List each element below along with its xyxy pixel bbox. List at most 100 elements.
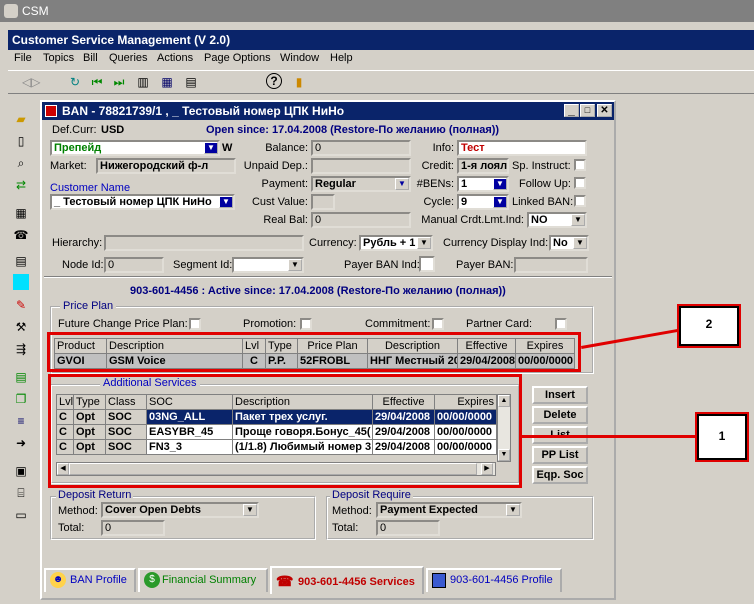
- unpaid-field[interactable]: [311, 158, 411, 174]
- payment-select[interactable]: Regular ▼: [311, 176, 411, 192]
- calculator-icon[interactable]: ▦: [12, 204, 30, 222]
- first-icon[interactable]: ⏮: [88, 73, 106, 91]
- next-icon[interactable]: ⏭: [110, 73, 128, 91]
- market-field[interactable]: Нижегородский ф-л: [96, 158, 236, 174]
- ban-icon: [45, 105, 57, 117]
- delete-button[interactable]: Delete: [532, 406, 588, 424]
- future-pp-checkbox[interactable]: [189, 318, 201, 330]
- tab-label: 903-601-4456 Services: [298, 576, 415, 588]
- segment-id-select[interactable]: ▼: [232, 257, 304, 273]
- chevron-down-icon: ▼: [417, 237, 431, 249]
- real-bal-label: Real Bal:: [263, 214, 308, 226]
- pencil-icon[interactable]: ✎: [12, 296, 30, 314]
- top-toolbar: ◁▷ ↻ ⏮ ⏭ ▥ ▦ ▤ ? ▮: [8, 70, 754, 94]
- calc-icon[interactable]: ▦: [158, 73, 176, 91]
- follow-up-checkbox[interactable]: [574, 177, 586, 189]
- menu-page-options[interactable]: Page Options: [204, 52, 271, 64]
- help-icon[interactable]: ?: [266, 73, 282, 89]
- commitment-label: Commitment:: [365, 318, 431, 330]
- menu-help[interactable]: Help: [330, 52, 353, 64]
- info-field[interactable]: Тест: [457, 140, 587, 156]
- split-icon[interactable]: ⇶: [12, 340, 30, 358]
- window-icon[interactable]: ▭: [12, 506, 30, 524]
- exit-icon[interactable]: ▮: [290, 73, 308, 91]
- credit-field[interactable]: 1-я лоял: [457, 158, 509, 174]
- tab-profile[interactable]: 903-601-4456 Profile: [426, 568, 562, 592]
- annotation-box-price-plan: [47, 332, 581, 372]
- cyan-square-icon[interactable]: [13, 274, 29, 290]
- deposit-require-total-field[interactable]: 0: [376, 520, 440, 536]
- menu-bar: File Topics Bill Queries Actions Page Op…: [8, 50, 754, 68]
- payer-ban-field[interactable]: [514, 257, 588, 273]
- chevron-down-icon: ▼: [204, 142, 218, 154]
- cust-value-field[interactable]: [311, 194, 335, 210]
- refresh-icon[interactable]: ↻: [66, 73, 84, 91]
- real-bal-field[interactable]: 0: [311, 212, 411, 228]
- cycle-select[interactable]: 9 ▼: [457, 194, 509, 210]
- annotation-line-1: [522, 435, 697, 438]
- network-icon[interactable]: ⌸: [12, 484, 30, 502]
- find-icon[interactable]: ⌕: [12, 154, 30, 172]
- commitment-checkbox[interactable]: [432, 318, 444, 330]
- maximize-button[interactable]: □: [580, 104, 595, 117]
- currency-display-select[interactable]: No ▼: [549, 235, 589, 251]
- open-folder-icon[interactable]: ▰: [12, 110, 30, 128]
- transfer-icon[interactable]: ⇄: [12, 176, 30, 194]
- balance-label: Balance:: [265, 142, 308, 154]
- book-icon[interactable]: ▥: [134, 73, 152, 91]
- promotion-checkbox[interactable]: [300, 318, 312, 330]
- payer-ban-ind-checkbox[interactable]: [419, 256, 435, 272]
- lines-icon[interactable]: ≡: [12, 412, 30, 430]
- tab-financial-summary[interactable]: $ Financial Summary: [138, 568, 268, 592]
- tab-services[interactable]: ☎ 903-601-4456 Services: [270, 566, 424, 594]
- plan-select[interactable]: Препейд ▼: [50, 140, 220, 156]
- save-icon[interactable]: ▣: [12, 462, 30, 480]
- open-since-text: Open since: 17.04.2008 (Restore-По желан…: [206, 124, 500, 136]
- deposit-return-method-select[interactable]: Cover Open Debts ▼: [101, 502, 259, 518]
- currency-label: Currency:: [309, 237, 357, 249]
- menu-actions[interactable]: Actions: [157, 52, 193, 64]
- minimize-button[interactable]: _: [564, 104, 579, 117]
- deposit-return-total-label: Total:: [58, 522, 85, 534]
- print-icon[interactable]: ▤: [182, 73, 200, 91]
- cycle-label: Cycle:: [423, 196, 454, 208]
- menu-queries[interactable]: Queries: [109, 52, 148, 64]
- copy-icon[interactable]: ❐: [12, 390, 30, 408]
- sp-instruct-checkbox[interactable]: [574, 159, 586, 171]
- annotation-label-2: 2: [705, 317, 713, 331]
- pp-list-button[interactable]: PP List: [532, 446, 588, 464]
- close-button[interactable]: ✕: [597, 104, 612, 117]
- tab-ban-profile[interactable]: ☻ BAN Profile: [44, 568, 136, 592]
- phone-icon[interactable]: ☎: [12, 226, 30, 244]
- doc-icon[interactable]: ▯: [12, 132, 30, 150]
- main-titlebar: Customer Service Management (V 2.0): [8, 30, 754, 50]
- cust-value-label: Cust Value:: [251, 196, 308, 208]
- ban-titlebar: BAN - 78821739/1 , _ Тестовый номер ЦПК …: [42, 102, 614, 120]
- left-toolbar: ▰ ▯ ⌕ ⇄ ▦ ☎ ▤ ✎ ⚒ ⇶ ▤ ❐ ≡ ➜ ▣ ⌸ ▭: [8, 96, 34, 526]
- linked-ban-checkbox[interactable]: [574, 195, 586, 207]
- bens-select[interactable]: 1 ▼: [457, 176, 509, 192]
- list-icon[interactable]: ▤: [12, 252, 30, 270]
- deposit-return-total-field[interactable]: 0: [101, 520, 165, 536]
- node-id-field[interactable]: 0: [104, 257, 164, 273]
- arrow-right-icon[interactable]: ➜: [12, 434, 30, 452]
- menu-file[interactable]: File: [14, 52, 32, 64]
- menu-window[interactable]: Window: [280, 52, 319, 64]
- customer-name-select[interactable]: _ Тестовый номер ЦПК НиНо ▼: [50, 194, 235, 210]
- page-icon[interactable]: ▤: [12, 368, 30, 386]
- deposit-require-method-select[interactable]: Payment Expected ▼: [376, 502, 522, 518]
- annotation-label-1: 1: [718, 429, 726, 443]
- insert-button[interactable]: Insert: [532, 386, 588, 404]
- tools-icon[interactable]: ⚒: [12, 318, 30, 336]
- hierarchy-field[interactable]: [104, 235, 304, 251]
- manual-crdt-select[interactable]: NO ▼: [527, 212, 587, 228]
- currency-select[interactable]: Рубль + 1 ▼: [359, 235, 433, 251]
- sp-instruct-label: Sp. Instruct:: [512, 160, 571, 172]
- menu-bill[interactable]: Bill: [83, 52, 98, 64]
- phone-icon: ☎: [276, 573, 294, 589]
- partner-card-checkbox[interactable]: [555, 318, 567, 330]
- menu-topics[interactable]: Topics: [43, 52, 74, 64]
- eqp-soc-button[interactable]: Eqp. Soc: [532, 466, 588, 484]
- balance-field[interactable]: 0: [311, 140, 411, 156]
- back-icon[interactable]: ◁▷: [22, 73, 40, 91]
